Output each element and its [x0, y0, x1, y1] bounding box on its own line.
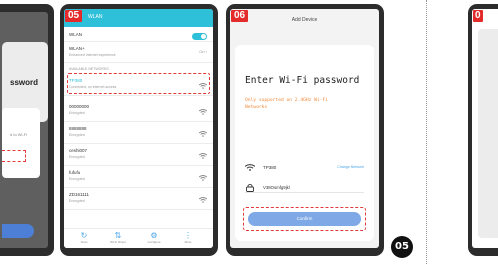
wifi-lock-icon — [199, 175, 207, 181]
nav-wifi-direct[interactable]: ⇅ Wi-Fi Direct — [106, 231, 130, 245]
nav-label: More — [184, 240, 192, 244]
nav-configure[interactable]: ⚙ Configure — [142, 231, 166, 245]
wlan-plus-label: WLAN+ — [69, 46, 85, 51]
lock-icon — [246, 183, 254, 192]
wlan-header: WLAN — [64, 9, 213, 27]
network-status: Encrypted — [69, 111, 85, 115]
step-badge: 05 — [65, 10, 83, 22]
wlan-plus-sub: Enhanced Internet experience — [69, 53, 116, 57]
network-status: Encrypted — [69, 199, 85, 203]
wlan-screen: WLAN WLAN WLAN+ Enhanced Internet experi… — [64, 9, 213, 248]
nav-scan[interactable]: ↻ Scan — [72, 231, 96, 245]
network-row[interactable]: fufufu Encrypted — [64, 167, 213, 188]
confirm-button-fragment[interactable] — [2, 224, 34, 238]
password-field[interactable]: V38Osmfg9jkl — [245, 183, 364, 193]
nav-label: Wi-Fi Direct — [110, 240, 126, 244]
dotted-divider — [426, 0, 427, 264]
password-title-fragment: ssword — [10, 78, 39, 87]
wifi-lock-icon — [199, 131, 207, 137]
network-name: fufufu — [69, 170, 81, 175]
confirm-button[interactable]: Confirm — [248, 212, 361, 226]
wlan-header-title: WLAN — [88, 14, 103, 20]
bottom-nav: ↻ Scan ⇅ Wi-Fi Direct ⚙ Configure ⋮ More — [64, 228, 213, 248]
step-number-circle: 05 — [391, 236, 413, 258]
wifi-lock-icon — [199, 197, 207, 203]
next-step-content — [478, 29, 498, 238]
change-network-link[interactable]: Change Network — [337, 165, 364, 169]
available-networks-label: AVAILABLE NETWORKS — [69, 67, 109, 71]
ssid-value: TP380 — [263, 165, 277, 170]
add-device-screen: Add Device Enter Wi-Fi password Only sup… — [230, 9, 379, 248]
network-name: 8888888 — [69, 126, 87, 131]
wlan-plus-row[interactable]: WLAN+ Enhanced Internet experience On › — [64, 43, 213, 63]
selected-network-highlight — [67, 73, 210, 94]
refresh-icon: ↻ — [80, 231, 88, 240]
next-step-phone: 0 — [468, 4, 498, 256]
wifi-lock-icon — [199, 153, 207, 159]
highlight-box — [2, 150, 26, 162]
network-row[interactable]: ceshi007 Encrypted — [64, 145, 213, 166]
wifi-direct-icon: ⇅ — [114, 231, 122, 240]
network-row[interactable]: ZD161111 Encrypted — [64, 189, 213, 210]
nav-label: Scan — [80, 240, 88, 244]
nav-label: Configure — [147, 240, 161, 244]
ssid-row: TP380 Change Network — [245, 163, 364, 173]
step-badge: 06 — [231, 10, 249, 22]
network-status: Encrypted — [69, 155, 85, 159]
next-step-screen — [472, 9, 498, 248]
network-name: ZD161111 — [69, 192, 90, 197]
network-name: ceshi007 — [69, 148, 88, 153]
network-row[interactable]: 8888888 Encrypted — [64, 123, 213, 144]
settings-icon: ⚙ — [150, 231, 158, 240]
network-row[interactable]: 00000000 Encrypted — [64, 101, 213, 122]
network-name: 00000000 — [69, 104, 90, 109]
network-status: Encrypted — [69, 177, 85, 181]
password-heading: Enter Wi-Fi password — [245, 75, 360, 86]
hint-fragment: d to Wi-Fi — [10, 132, 28, 137]
wlan-toggle-row[interactable]: WLAN — [64, 29, 213, 42]
network-status: Encrypted — [69, 133, 85, 137]
previous-step-phone: ssword d to Wi-Fi — [0, 4, 54, 256]
wlan-label: WLAN — [69, 32, 83, 37]
more-icon: ⋮ — [184, 231, 192, 240]
add-device-phone: Add Device Enter Wi-Fi password Only sup… — [226, 4, 384, 256]
screen-title: Add Device — [291, 17, 318, 23]
confirm-highlight: Confirm — [243, 207, 366, 231]
dialog-card — [2, 108, 40, 178]
previous-step-screen: ssword d to Wi-Fi — [0, 12, 48, 248]
wifi-lock-icon — [199, 109, 207, 115]
step-badge: 0 — [473, 10, 483, 22]
band-support-note: Only supported on 2.4GHz Wi-Fi Networks — [245, 98, 328, 110]
wlan-plus-state: On › — [199, 49, 207, 54]
password-card: Enter Wi-Fi password Only supported on 2… — [235, 45, 374, 241]
wlan-phone: WLAN WLAN WLAN+ Enhanced Internet experi… — [60, 4, 218, 256]
wlan-toggle[interactable] — [192, 33, 207, 40]
nav-more[interactable]: ⋮ More — [176, 231, 200, 245]
wifi-icon — [245, 164, 255, 171]
password-value: V38Osmfg9jkl — [263, 185, 290, 190]
